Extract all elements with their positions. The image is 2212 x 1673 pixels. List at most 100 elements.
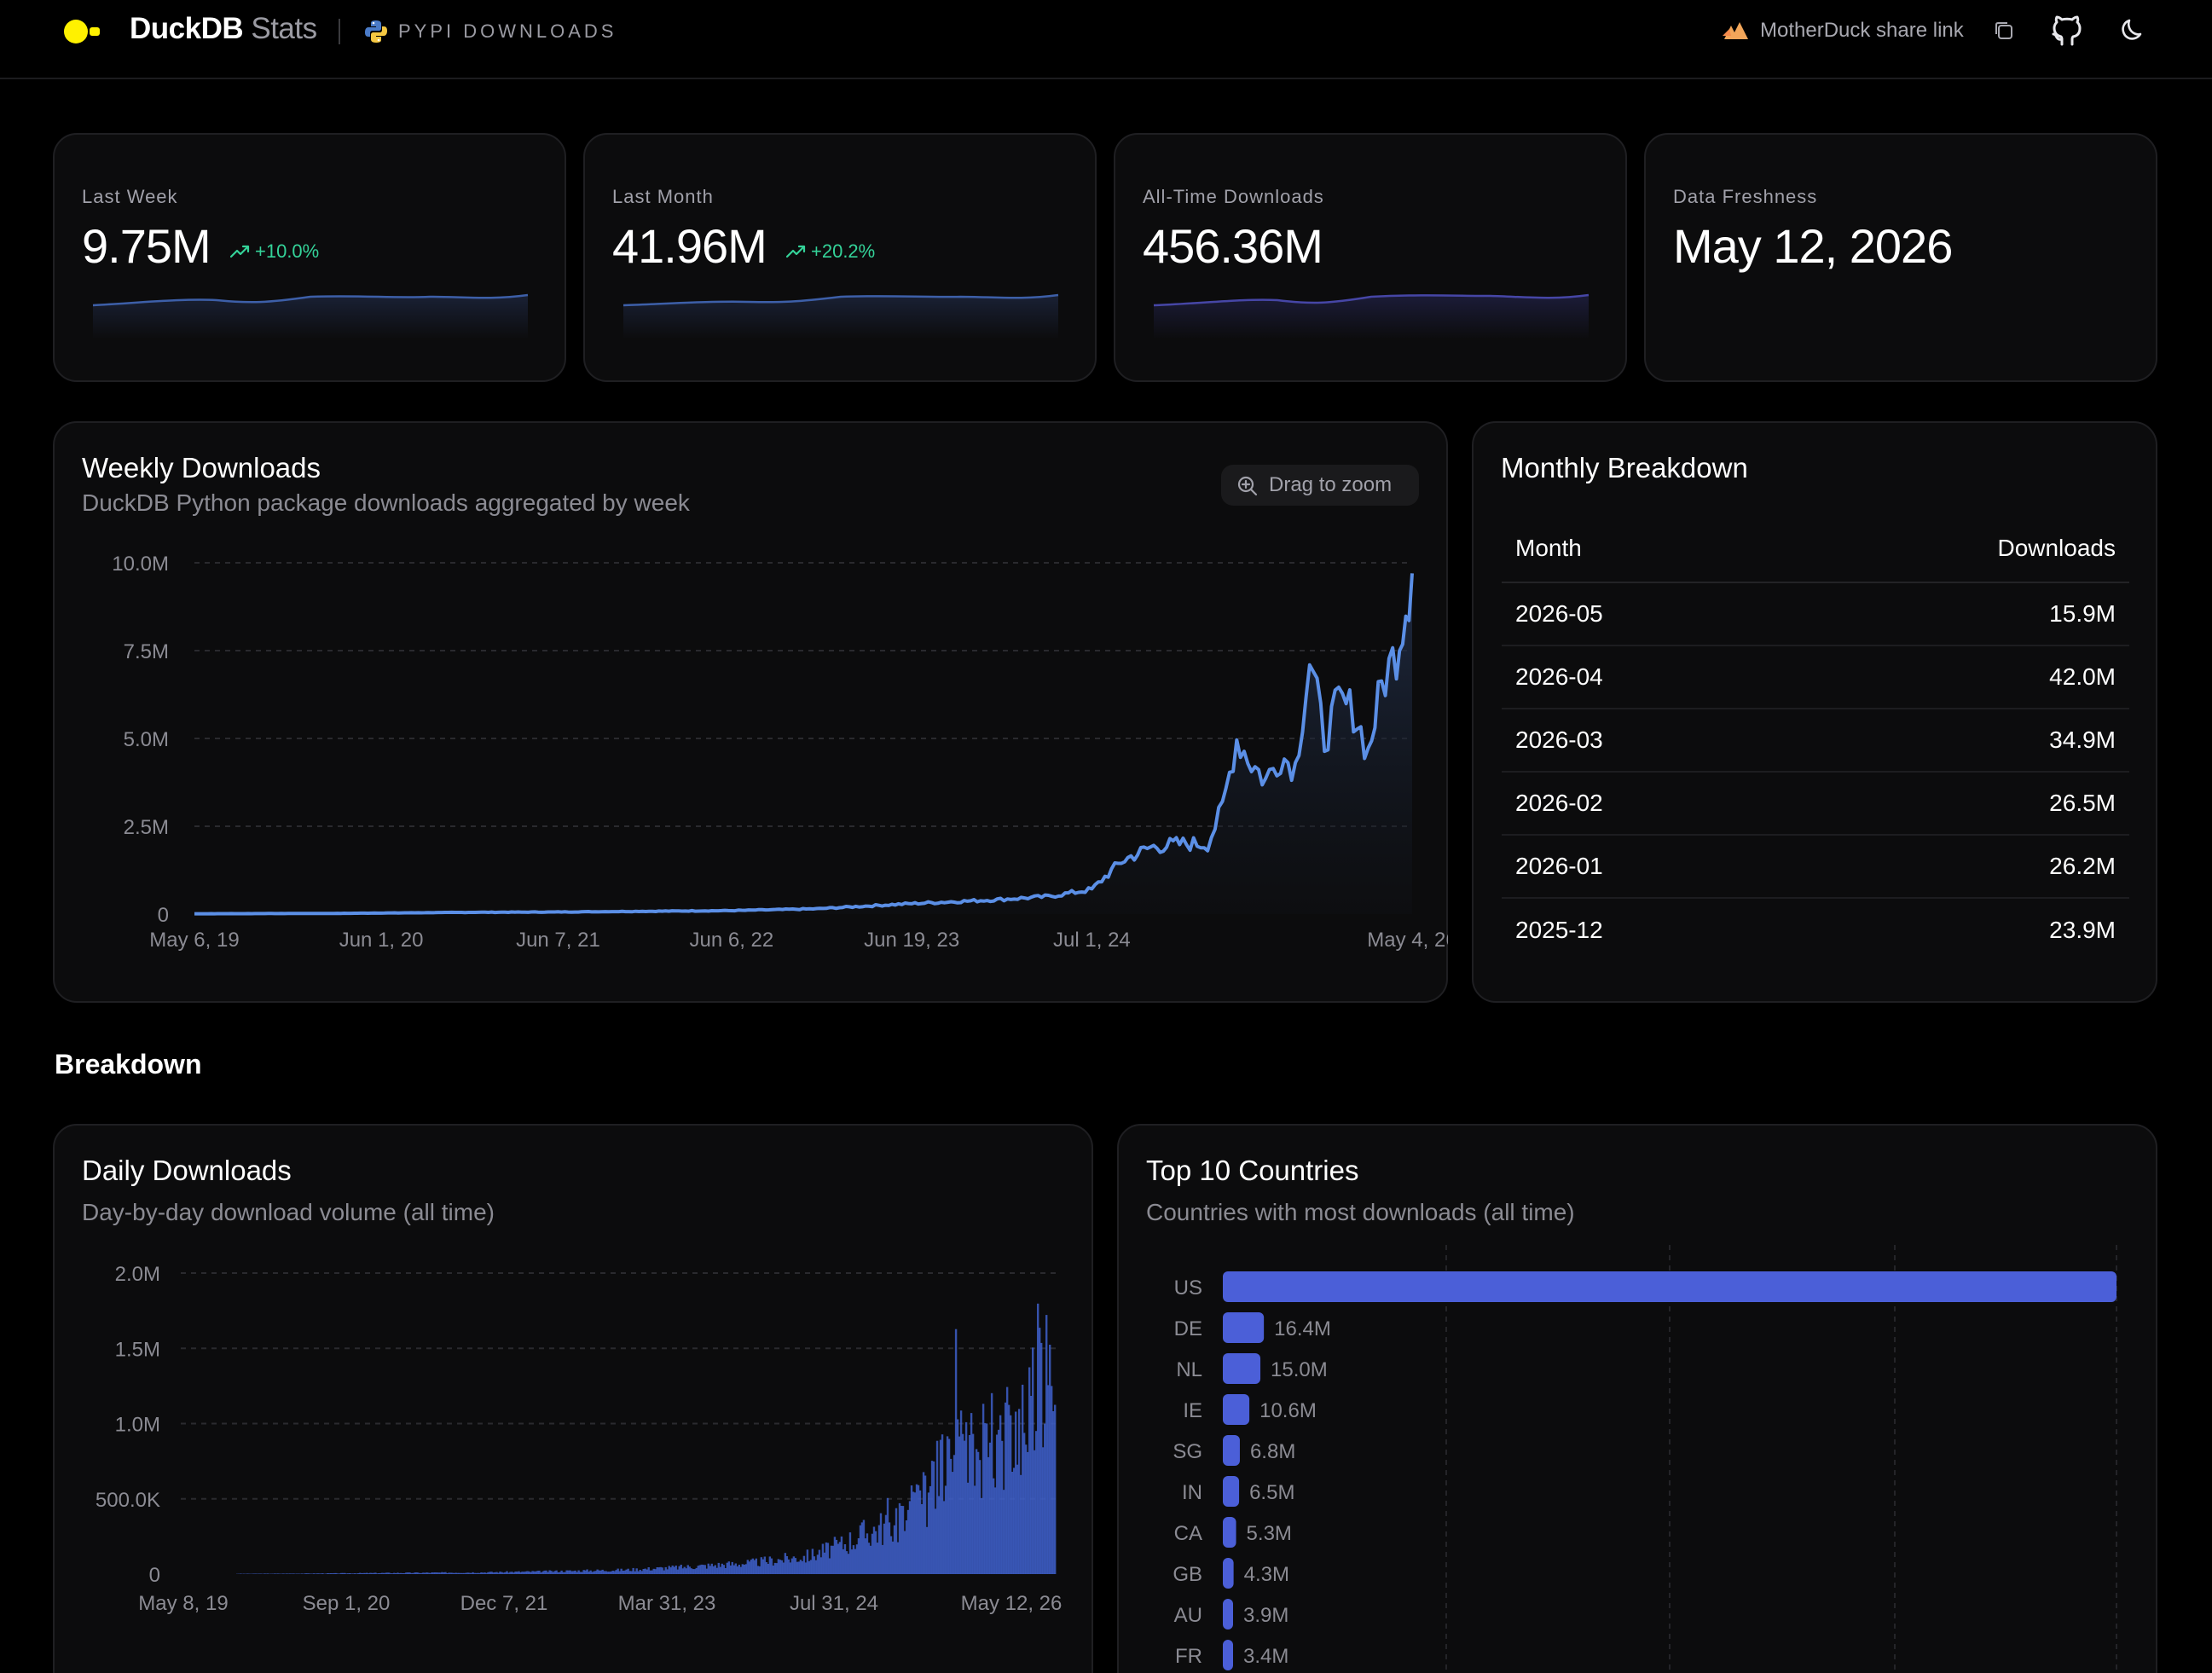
stat-card-last-week: Last Week 9.75M +10.0%: [53, 133, 566, 382]
trend-up-icon: [785, 245, 806, 258]
country-label: NL: [1176, 1358, 1202, 1381]
country-label: US: [1174, 1276, 1202, 1300]
motherduck-share-link[interactable]: MotherDuck share link: [1760, 19, 1964, 43]
stat-value: 41.96M: [612, 219, 767, 273]
x-tick-label: Jul 1, 24: [1053, 929, 1131, 952]
trend-up-icon: [229, 245, 250, 258]
y-tick-label: 0: [158, 904, 169, 927]
table-row: 2026-05 15.9M: [1502, 583, 2129, 646]
y-tick-label: 1.5M: [115, 1338, 160, 1361]
country-bar[interactable]: [1223, 1312, 1265, 1343]
daily-downloads-chart[interactable]: 0 500.0K 1.0M 1.5M 2.0M May 8, 19 Sep 1, 20 Dec…: [53, 1245, 1093, 1620]
month-cell: 2026-02: [1515, 790, 1603, 816]
table-row: 2026-01 26.2M: [1502, 836, 2129, 899]
brand-title[interactable]: DuckDB Stats: [130, 12, 317, 46]
country-value-label: 4.3M: [1244, 1563, 1289, 1586]
daily-downloads-title: Daily Downloads: [82, 1155, 292, 1186]
github-icon[interactable]: [2050, 14, 2084, 48]
table-row: 2026-02 26.5M: [1502, 773, 2129, 836]
drag-to-zoom-label: Drag to zoom: [1269, 473, 1393, 496]
brand-bold: DuckDB: [130, 12, 244, 45]
x-tick-label: Mar 31, 23: [618, 1592, 716, 1615]
table-row: 2026-03 34.9M: [1502, 709, 2129, 773]
country-bar[interactable]: [1223, 1640, 1233, 1670]
y-tick-label: 500.0K: [96, 1489, 160, 1512]
stat-label: All-Time Downloads: [1143, 186, 1324, 207]
daily-downloads-subtitle: Day-by-day download volume (all time): [82, 1199, 495, 1225]
country-value-label: 3.4M: [1243, 1645, 1288, 1668]
downloads-cell: 26.5M: [2049, 790, 2116, 816]
country-bar[interactable]: [1223, 1394, 1250, 1425]
downloads-cell: 15.9M: [2049, 600, 2116, 627]
country-label: CA: [1174, 1522, 1202, 1545]
stat-card-last-month: Last Month 41.96M +20.2%: [583, 133, 1097, 382]
x-tick-label: May 6, 19: [149, 929, 239, 952]
country-value-label: 15.0M: [1271, 1358, 1328, 1381]
country-value-label: 16.4M: [1274, 1317, 1331, 1340]
x-tick-label: Jun 6, 22: [690, 929, 774, 952]
stat-value: May 12, 2026: [1673, 219, 1953, 273]
country-value-label: 6.8M: [1250, 1440, 1295, 1463]
weekly-downloads-chart[interactable]: 0 2.5M 5.0M 7.5M 10.0M May 6, 19 Jun 1, 20 Jun …: [53, 537, 1448, 964]
stat-label: Last Week: [82, 186, 178, 207]
country-label: IN: [1182, 1481, 1202, 1504]
table-row: 2026-04 42.0M: [1502, 646, 2129, 709]
country-bar[interactable]: [1223, 1517, 1236, 1548]
country-bar[interactable]: [1223, 1476, 1240, 1507]
pypi-downloads-label: PYPI DOWNLOADS: [398, 20, 617, 42]
y-tick-label: 2.5M: [124, 816, 169, 839]
x-tick-label: Sep 1, 20: [303, 1592, 391, 1615]
country-value-label: 3.9M: [1243, 1604, 1288, 1627]
python-icon: [365, 20, 387, 43]
stat-card-data-freshness: Data Freshness May 12, 2026: [1644, 133, 2157, 382]
country-label: GB: [1173, 1563, 1202, 1586]
y-tick-label: 0: [149, 1564, 160, 1587]
dark-mode-moon-icon[interactable]: [2116, 15, 2147, 46]
monthly-breakdown-table: Month Downloads 2026-05 15.9M 2026-04 42.0…: [1502, 515, 2129, 962]
country-bar[interactable]: [1223, 1599, 1233, 1630]
x-tick-label: Jun 7, 21: [516, 929, 600, 952]
col-month-header: Month: [1515, 535, 1582, 561]
month-cell: 2026-04: [1515, 663, 1603, 690]
sparkline: [92, 293, 529, 339]
top-header: DuckDB Stats PYPI DOWNLOADS MotherDuck s…: [0, 0, 2212, 79]
country-label: AU: [1174, 1604, 1202, 1627]
x-tick-label: May 4, 26: [1367, 929, 1448, 952]
month-cell: 2026-03: [1515, 727, 1603, 753]
drag-to-zoom-button[interactable]: Drag to zoom: [1221, 465, 1419, 506]
sparkline: [1153, 293, 1590, 339]
month-cell: 2026-01: [1515, 853, 1603, 879]
duckdb-logo-bill-icon: [90, 27, 100, 36]
y-tick-label: 2.0M: [115, 1263, 160, 1286]
motherduck-icon: [1723, 22, 1748, 39]
copy-icon[interactable]: [1992, 19, 2016, 43]
downloads-cell: 42.0M: [2049, 663, 2116, 690]
month-cell: 2025-12: [1515, 917, 1603, 943]
top-countries-title: Top 10 Countries: [1146, 1155, 1359, 1186]
country-label: FR: [1175, 1645, 1202, 1668]
top-countries-chart[interactable]: US DE 16.4M NL 15.0M IE 10.6M SG 6.8M IN 6.5M CA 5.3…: [1117, 1245, 2157, 1673]
month-cell: 2026-05: [1515, 600, 1603, 627]
weekly-area: [194, 573, 1412, 914]
x-tick-label: Jun 1, 20: [339, 929, 424, 952]
table-row: 2025-12 23.9M: [1502, 899, 2129, 962]
downloads-cell: 34.9M: [2049, 727, 2116, 753]
table-header: Month Downloads: [1502, 515, 2129, 583]
stat-card-all-time: All-Time Downloads 456.36M: [1114, 133, 1627, 382]
stat-delta: +20.2%: [785, 240, 875, 263]
country-bar[interactable]: [1223, 1271, 2116, 1302]
stat-delta: +10.0%: [229, 240, 319, 263]
country-label: IE: [1183, 1399, 1202, 1422]
duckdb-logo-icon[interactable]: [64, 20, 88, 43]
weekly-downloads-title: Weekly Downloads: [82, 452, 321, 483]
x-tick-label: Dec 7, 21: [460, 1592, 548, 1615]
country-bar[interactable]: [1223, 1435, 1240, 1466]
country-bar[interactable]: [1223, 1558, 1234, 1589]
stat-value: 9.75M: [82, 219, 211, 273]
country-bar[interactable]: [1223, 1353, 1261, 1384]
y-tick-label: 1.0M: [115, 1414, 160, 1437]
downloads-cell: 23.9M: [2049, 917, 2116, 943]
col-downloads-header: Downloads: [1997, 535, 2116, 561]
country-value-label: 5.3M: [1247, 1522, 1292, 1545]
country-label: SG: [1173, 1440, 1202, 1463]
